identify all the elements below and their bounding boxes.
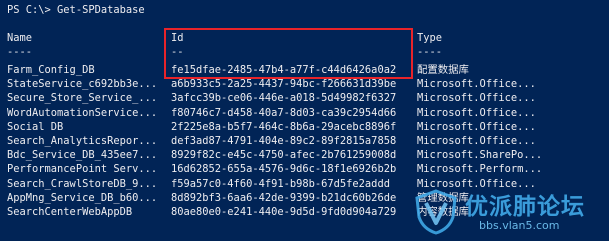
cell-name: WordAutomationService... — [7, 106, 158, 119]
cell-type: Microsoft.SharePo... — [417, 149, 543, 162]
id-column-highlight — [164, 28, 413, 79]
cell-name: Search_AnalyticsRepor... — [7, 135, 158, 147]
cell-type: Microsoft.Office... — [417, 120, 536, 133]
cell-id: f59a57c0-4f60-4f91-b98b-67d5fe2addd — [171, 177, 390, 190]
cell-name: Social DB — [7, 120, 64, 133]
cell-type: Microsoft.Office... — [417, 92, 536, 105]
cell-id: 2f225e8a-b5f7-464c-8b6a-29acebc8896f — [171, 120, 397, 133]
cell-type: Microsoft.Office... — [417, 106, 536, 119]
cell-id: 3afcc39b-ce06-446e-a018-5d49982f6327 — [171, 92, 397, 105]
cell-id: 80ae80e0-e241-440e-9d5d-9fd0d904a729 — [171, 206, 397, 218]
header-name: Name — [7, 32, 33, 44]
cell-name: AppMng_Service_DB_b60... — [7, 191, 158, 204]
separator-name: ---- — [7, 46, 33, 58]
separator-type: ---- — [417, 46, 443, 58]
cell-name: Bdc_Service_DB_435ee7... — [7, 149, 158, 162]
cell-name: SearchCenterWebAppDB — [7, 206, 133, 218]
watermark-title: 优派肺论坛 — [465, 194, 585, 220]
cell-id: 8929f82c-e45c-4750-afec-2b761259008d — [171, 149, 397, 162]
header-row: Name Id Type — [7, 31, 442, 45]
cell-name: StateService_c692bb3e... — [7, 78, 158, 91]
cell-type: 配置数据库 — [417, 64, 469, 76]
cell-type: 管理数据库 — [417, 191, 469, 204]
cell-id: f80746c7-d458-40a7-8d03-ca39c2954d66 — [171, 106, 397, 119]
cell-id: def3ad87-4791-404e-89c2-89f2815a7858 — [171, 135, 397, 147]
cell-type: Microsoft.Perform... — [417, 163, 543, 176]
cell-name: PerformancePoint Serv... — [7, 163, 158, 176]
cell-name: Secure_Store_Service_... — [7, 92, 158, 105]
prompt-line: PS C:\> Get-SPDatabase — [7, 4, 145, 16]
cell-id: 16d62852-655a-4576-9d6c-18f1e6926b2b — [171, 163, 397, 176]
cell-type: Microsoft.Office... — [417, 177, 536, 190]
cell-id: 8d892bf3-6aa6-42de-9399-b21dc60b26de — [171, 191, 397, 204]
header-type: Type — [417, 32, 443, 44]
cell-id: a6b933c5-2a25-4437-94bc-f266631d39be — [171, 78, 397, 91]
cell-name: Search_CrawlStoreDB_9... — [7, 177, 158, 190]
separator-row: ---- -- ---- — [7, 45, 442, 59]
cell-name: Farm_Config_DB — [7, 64, 95, 76]
cell-type: Microsoft.Office... — [417, 78, 536, 91]
watermark-url: bbs.vlan5.com — [479, 219, 560, 232]
cell-type: 内容数据库 — [417, 206, 469, 218]
cell-type: Microsoft.Office... — [417, 135, 536, 147]
